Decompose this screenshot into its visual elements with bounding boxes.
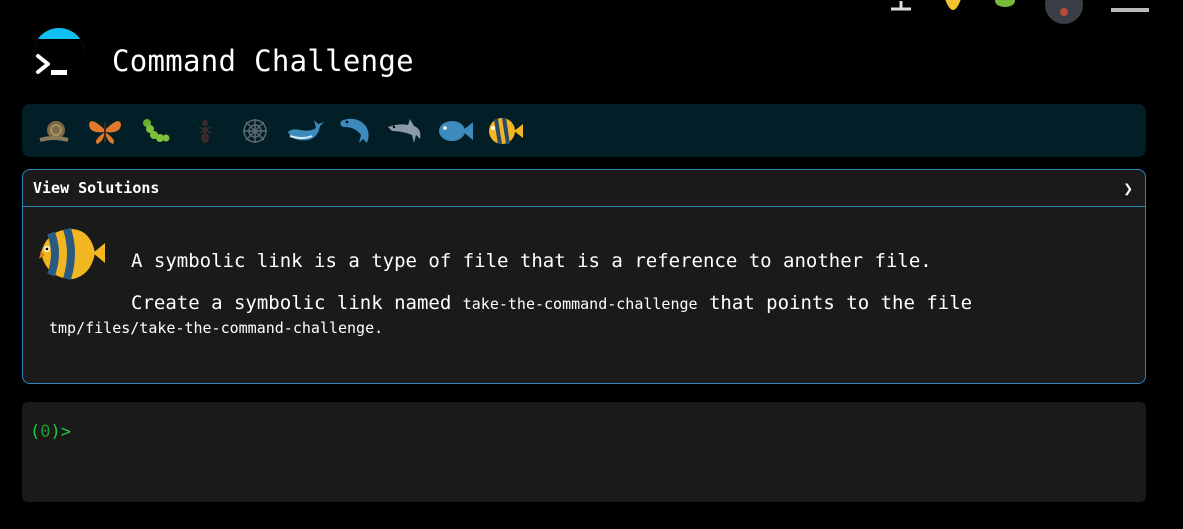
prompt-count: 0 (40, 422, 51, 442)
tropical-fish-icon (37, 225, 107, 287)
caterpillar-icon[interactable] (130, 111, 180, 151)
chevron-right-icon: ❯ (1123, 178, 1133, 198)
instruction-prefix: Create a symbolic link named (131, 292, 463, 314)
view-solutions-toggle[interactable]: View Solutions ❯ (23, 170, 1145, 207)
terminal[interactable]: (0)> (22, 402, 1146, 502)
level-strip (22, 104, 1146, 157)
instruction-suffix: that points to the file (697, 292, 973, 314)
page-title: Command Challenge (112, 44, 414, 78)
terminal-prompt-icon[interactable] (30, 28, 86, 80)
view-solutions-label: View Solutions (33, 179, 160, 197)
bug-icon[interactable] (993, 0, 1017, 15)
challenge-instruction: Create a symbolic link named take-the-co… (131, 292, 972, 314)
prompt-open: ( (30, 422, 41, 442)
link-name-code: take-the-command-challenge (462, 295, 698, 313)
whale-icon[interactable] (280, 111, 330, 151)
header: Command Challenge (30, 28, 414, 80)
dolphin-icon[interactable] (330, 111, 380, 151)
top-nav (889, 0, 1149, 24)
prompt-close: )> (50, 422, 71, 442)
challenge-panel: View Solutions ❯ A symbolic link is a ty… (22, 169, 1146, 384)
trophy-icon[interactable] (941, 0, 965, 15)
menu-icon[interactable] (1111, 8, 1149, 12)
target-path-code: tmp/files/take-the-command-challenge. (49, 319, 384, 337)
ant-icon[interactable] (180, 111, 230, 151)
fish-icon[interactable] (430, 111, 480, 151)
challenge-description: A symbolic link is a type of file that i… (131, 250, 932, 272)
snail-icon[interactable] (30, 111, 80, 151)
user-avatar[interactable] (1045, 0, 1083, 24)
butterfly-icon[interactable] (80, 111, 130, 151)
tropical-fish-icon[interactable] (480, 111, 530, 151)
dolphin-grey-icon[interactable] (380, 111, 430, 151)
sort-icon[interactable] (889, 0, 913, 15)
terminal-prompt: (0)> (30, 422, 71, 442)
spider-web-icon[interactable] (230, 111, 280, 151)
